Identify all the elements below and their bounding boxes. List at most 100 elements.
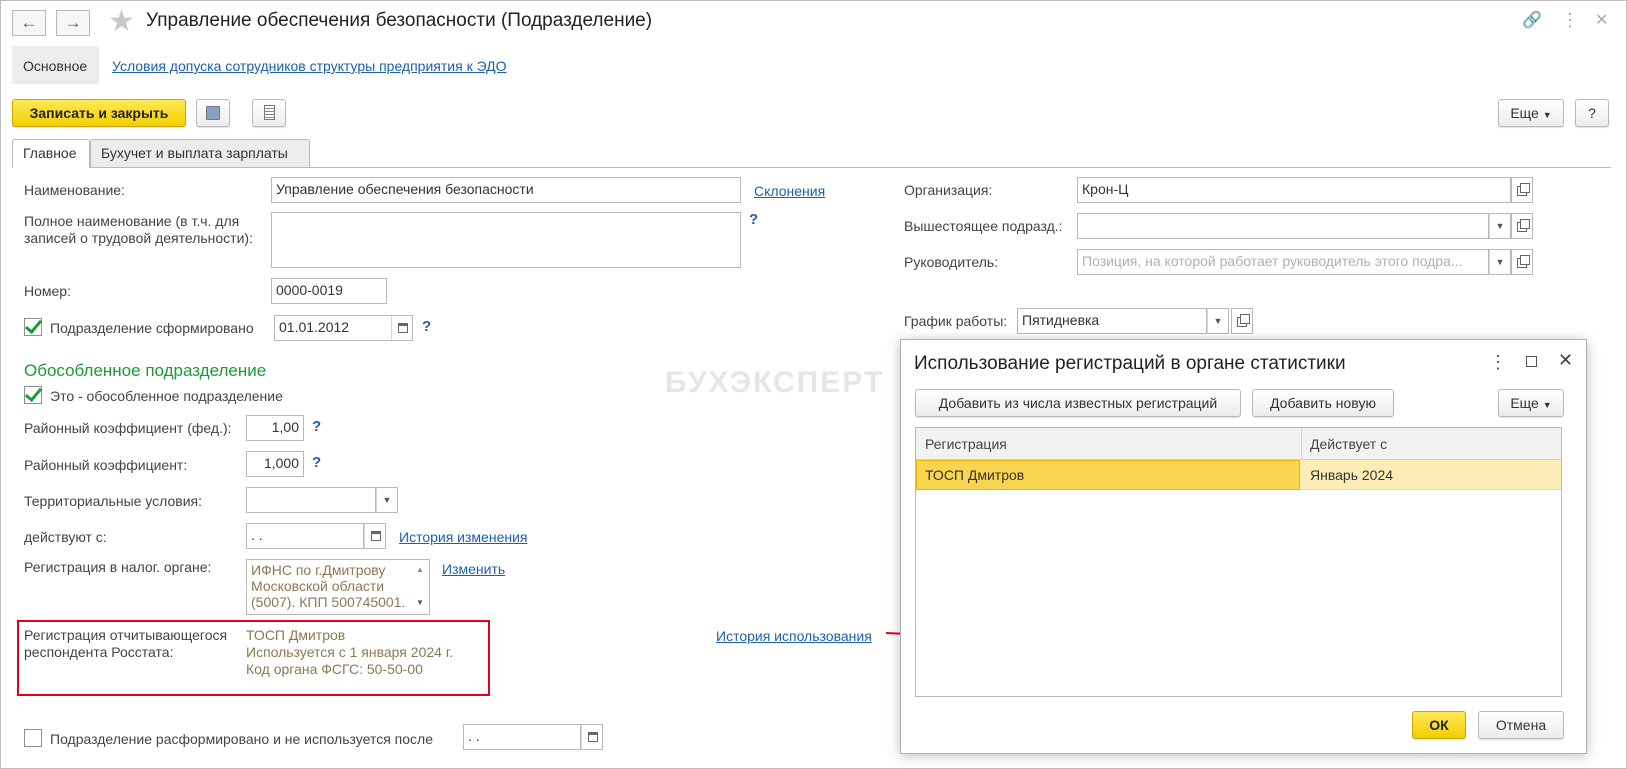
head-label: Руководитель: <box>904 254 999 270</box>
table-row[interactable]: ТОСП Дмитров Январь 2024 <box>916 460 1561 490</box>
rosstat-line-3: Код органа ФСГС: 50-50-00 <box>246 661 423 677</box>
chevron-down-icon: ▼ <box>1542 110 1552 120</box>
star-icon[interactable]: ★ <box>108 4 135 39</box>
tab-main[interactable]: Главное <box>12 139 90 168</box>
disbanded-checkbox[interactable] <box>24 729 42 747</box>
more-button[interactable]: Еще ▼ <box>1498 99 1564 127</box>
column-divider <box>1301 428 1302 460</box>
save-close-button[interactable]: Записать и закрыть <box>12 99 186 127</box>
ok-button[interactable]: ОК <box>1412 711 1466 739</box>
coef-fed-input[interactable]: 1,00 <box>246 415 304 441</box>
coef-help[interactable]: ? <box>312 454 321 471</box>
close-icon[interactable]: ✕ <box>1595 10 1608 30</box>
rosstat-label: Регистрация отчитывающегося респондента … <box>24 627 228 660</box>
edo-conditions-link[interactable]: Условия допуска сотрудников структуры пр… <box>112 58 507 74</box>
change-tax-reg-link[interactable]: Изменить <box>442 561 505 577</box>
add-known-button[interactable]: Добавить из числа известных регистраций <box>915 389 1241 417</box>
head-select[interactable]: Позиция, на которой работает руководител… <box>1077 249 1489 275</box>
column-registration[interactable]: Регистрация <box>925 436 1007 452</box>
fullname-textarea[interactable] <box>271 212 741 268</box>
arrow-left-icon: ← <box>20 13 38 32</box>
coef-label: Районный коэффициент: <box>24 457 188 473</box>
scroll-down-icon[interactable]: ▼ <box>416 598 424 607</box>
separate-heading: Обособленное подразделение <box>24 361 267 380</box>
dialog-close-icon[interactable]: ✕ <box>1558 350 1573 371</box>
cancel-button[interactable]: Отмена <box>1478 711 1564 739</box>
chevron-down-icon: ▼ <box>382 495 392 505</box>
number-input[interactable]: 0000-0019 <box>271 278 387 304</box>
parent-dropdown-button[interactable]: ▼ <box>1489 213 1511 239</box>
history-change-link[interactable]: История изменения <box>399 529 527 545</box>
chevron-down-icon: ▼ <box>1542 400 1552 410</box>
floppy-icon <box>206 106 220 120</box>
dialog-title: Использование регистраций в органе стати… <box>914 353 1346 374</box>
parent-select[interactable] <box>1077 213 1489 239</box>
fullname-label: Полное наименование (в т.ч. для записей … <box>24 213 253 246</box>
coef-input[interactable]: 1,000 <box>246 451 304 477</box>
fullname-help[interactable]: ? <box>749 211 758 228</box>
cell-from: Январь 2024 <box>1310 467 1394 483</box>
head-open-button[interactable] <box>1511 249 1533 275</box>
save-button[interactable] <box>196 99 230 127</box>
parent-open-button[interactable] <box>1511 213 1533 239</box>
chevron-down-icon: ▼ <box>1495 221 1505 231</box>
terr-select[interactable] <box>246 487 376 513</box>
report-button[interactable] <box>252 99 286 127</box>
schedule-select[interactable]: Пятидневка <box>1017 308 1207 334</box>
disbanded-calendar-button[interactable] <box>581 724 603 750</box>
tax-reg-field[interactable]: ИФНС по г.Дмитрову Московской области (5… <box>246 559 430 615</box>
table-header: Регистрация Действует с <box>916 428 1561 460</box>
separate-checkbox[interactable] <box>24 386 42 404</box>
formed-date-input[interactable]: 01.01.2012 <box>274 315 392 341</box>
cell-registration: ТОСП Дмитров <box>925 467 1025 483</box>
history-use-link[interactable]: История использования <box>716 628 872 644</box>
rosstat-line-1: ТОСП Дмитров <box>246 627 346 643</box>
maximize-icon[interactable] <box>1526 356 1537 367</box>
schedule-dropdown-button[interactable]: ▼ <box>1207 308 1229 334</box>
head-dropdown-button[interactable]: ▼ <box>1489 249 1511 275</box>
tab-divider <box>12 167 1611 168</box>
document-list-icon <box>263 105 275 120</box>
more-label: Еще <box>1510 105 1539 121</box>
org-open-button[interactable] <box>1511 177 1533 203</box>
terr-label: Территориальные условия: <box>24 493 202 509</box>
help-button[interactable]: ? <box>1575 99 1609 127</box>
watermark: БУХЭКСПЕРТ <box>665 366 885 399</box>
formed-checkbox[interactable] <box>24 318 42 336</box>
declensions-link[interactable]: Склонения <box>754 183 825 199</box>
nav-main[interactable]: Основное <box>12 46 99 84</box>
dialog-more-label: Еще <box>1510 395 1539 411</box>
back-button[interactable]: ← <box>12 10 46 36</box>
name-input[interactable]: Управление обеспечения безопасности <box>271 177 741 203</box>
formed-calendar-button[interactable] <box>391 315 413 341</box>
schedule-label: График работы: <box>904 313 1008 329</box>
org-label: Организация: <box>904 182 993 198</box>
coef-fed-help[interactable]: ? <box>312 418 321 435</box>
formed-help[interactable]: ? <box>422 318 431 335</box>
scroll-up-icon[interactable]: ▲ <box>416 565 424 574</box>
number-label: Номер: <box>24 283 71 299</box>
add-new-button[interactable]: Добавить новую <box>1252 389 1394 417</box>
dialog-more-icon[interactable]: ⋮ <box>1489 352 1507 373</box>
tax-reg-label: Регистрация в налог. органе: <box>24 559 212 575</box>
disbanded-date-input[interactable]: . . <box>463 724 581 750</box>
calendar-icon <box>371 531 381 541</box>
valid-from-input[interactable]: . . <box>246 523 364 549</box>
more-vertical-icon[interactable]: ⋮ <box>1561 10 1579 31</box>
parent-label: Вышестоящее подразд.: <box>904 218 1063 234</box>
terr-dropdown-button[interactable]: ▼ <box>376 487 398 513</box>
schedule-open-button[interactable] <box>1231 308 1253 334</box>
arrow-right-icon: → <box>64 13 82 32</box>
valid-from-calendar-button[interactable] <box>364 523 386 549</box>
chevron-down-icon: ▼ <box>1495 257 1505 267</box>
disbanded-label: Подразделение расформировано и не исполь… <box>50 731 433 747</box>
rosstat-line-2: Используется с 1 января 2024 г. <box>246 644 454 660</box>
link-icon[interactable]: 🔗 <box>1522 10 1542 30</box>
dialog-more-button[interactable]: Еще ▼ <box>1498 389 1564 417</box>
valid-from-label: действуют с: <box>24 529 107 545</box>
registrations-table: Регистрация Действует с ТОСП Дмитров Янв… <box>915 427 1562 697</box>
forward-button[interactable]: → <box>56 10 90 36</box>
tab-accounting[interactable]: Бухучет и выплата зарплаты <box>90 139 310 167</box>
column-from[interactable]: Действует с <box>1310 436 1387 452</box>
org-input[interactable]: Крон-Ц <box>1077 177 1511 203</box>
